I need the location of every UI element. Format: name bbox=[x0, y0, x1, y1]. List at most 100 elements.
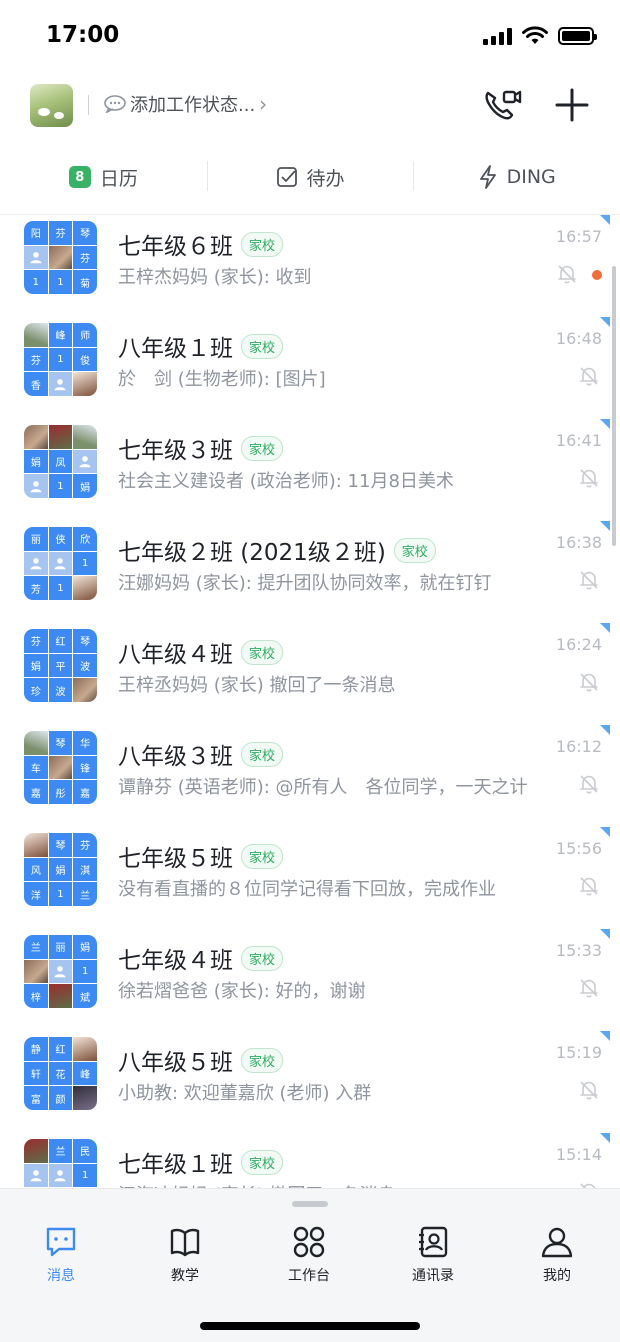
member-initial: 琴 bbox=[73, 221, 97, 245]
conversation-row[interactable]: 阳芬琴芬 1 1 菊七年级６班 家校 16:57 王梓杰妈妈 (家长): 收到 bbox=[0, 215, 620, 317]
member-photo bbox=[48, 984, 73, 1008]
member-initial: 淇 bbox=[73, 857, 97, 882]
tab-bar: 消息 教学 工作台 通讯录 我的 bbox=[0, 1188, 620, 1342]
tab-messages[interactable]: 消息 bbox=[16, 1225, 106, 1285]
group-avatar[interactable]: 静红轩花峰富颜 bbox=[24, 1037, 97, 1110]
conversation-row[interactable]: 丽侠欣 1 芳 1 七年级２班 (2021级２班) 家校 16:38 汪娜妈妈 (家长): 提… bbox=[0, 521, 620, 623]
person-placeholder-icon bbox=[24, 1163, 48, 1188]
work-status-button[interactable]: 添加工作状态... › bbox=[104, 91, 267, 117]
home-school-tag: 家校 bbox=[241, 1047, 284, 1073]
conversation-row[interactable]: 兰丽娟 1 梓 斌七年级４班 家校 15:33 徐若熠爸爸 (家长): 好的，谢谢 bbox=[0, 929, 620, 1031]
conversation-time: 15:33 bbox=[555, 941, 602, 960]
member-initial: 芬 bbox=[73, 245, 97, 270]
add-icon[interactable] bbox=[554, 87, 590, 123]
home-school-tag: 家校 bbox=[241, 231, 284, 257]
conversation-row[interactable]: 芬红琴娟平波珍波八年级４班 家校 16:24 王梓丞妈妈 (家长) 撤回了一条消息 bbox=[0, 623, 620, 725]
conversation-name: 八年级５班 bbox=[118, 1050, 233, 1076]
book-icon bbox=[170, 1228, 200, 1257]
conversation-time: 16:41 bbox=[555, 431, 602, 450]
conversation-name: 七年级６班 bbox=[118, 234, 233, 260]
conversation-row[interactable]: 静红轩花峰富颜八年级５班 家校 15:19 小助教: 欢迎董嘉欣 (老师) 入群 bbox=[0, 1031, 620, 1133]
last-message-preview: 没有看直播的８位同学记得看下回放，完成作业 bbox=[118, 879, 496, 900]
member-initial: 平 bbox=[48, 653, 73, 678]
member-initial: 1 bbox=[48, 576, 73, 600]
conversation-name: 七年级２班 (2021级２班) bbox=[118, 540, 386, 566]
pinned-corner-icon bbox=[600, 521, 610, 531]
header-divider bbox=[88, 95, 89, 115]
tab-profile[interactable]: 我的 bbox=[512, 1225, 602, 1285]
ding-button[interactable]: DING bbox=[413, 150, 620, 204]
member-photo bbox=[73, 425, 97, 449]
profile-icon bbox=[541, 1227, 573, 1258]
muted-bell-icon bbox=[578, 977, 600, 999]
member-initial: 阳 bbox=[24, 221, 48, 245]
drag-handle[interactable] bbox=[292, 1201, 328, 1207]
ding-label: DING bbox=[506, 166, 556, 188]
calendar-button[interactable]: 8 日历 bbox=[0, 150, 207, 204]
person-placeholder-icon bbox=[73, 449, 97, 474]
member-photo bbox=[24, 833, 48, 857]
member-initial: 1 bbox=[48, 882, 73, 906]
group-avatar[interactable]: 琴芬风娟淇洋1兰 bbox=[24, 833, 97, 906]
tab-contacts[interactable]: 通讯录 bbox=[388, 1225, 478, 1285]
group-avatar[interactable]: 娟凤1娟 bbox=[24, 425, 97, 498]
member-initial: 兰 bbox=[48, 1139, 73, 1163]
member-initial: 芬 bbox=[48, 221, 73, 245]
conversation-list[interactable]: 阳芬琴芬 1 1 菊七年级６班 家校 16:57 王梓杰妈妈 (家长): 收到峰师芬 1 俊香八… bbox=[0, 214, 620, 1188]
member-initial: 华 bbox=[73, 731, 97, 755]
todo-button[interactable]: 待办 bbox=[206, 150, 414, 204]
conversation-row[interactable]: 兰民11 七年级１班家校 15:14 汉海冰妈妈 (家长) 撤回了一条消息 bbox=[0, 1133, 620, 1188]
conversation-title: 八年级４班 家校 bbox=[118, 635, 284, 669]
member-initial: 峰 bbox=[73, 1061, 97, 1086]
member-initial: 1 bbox=[48, 474, 73, 498]
muted-bell-icon bbox=[578, 773, 600, 795]
conversation-time: 16:12 bbox=[555, 737, 602, 756]
conversation-title: 七年级６班 家校 bbox=[118, 227, 284, 261]
conversation-time: 16:38 bbox=[555, 533, 602, 552]
group-avatar[interactable]: 峰师芬1俊香 bbox=[24, 323, 97, 396]
member-initial: 波 bbox=[73, 653, 97, 678]
last-message-preview: 徐若熠爸爸 (家长): 好的，谢谢 bbox=[118, 981, 366, 1002]
tab-teaching[interactable]: 教学 bbox=[140, 1225, 230, 1285]
conversation-row[interactable]: 琴华车锋嘉彤嘉八年级３班 家校 16:12 谭静芬 (英语老师): @所有人 各位同学… bbox=[0, 725, 620, 827]
tab-label: 教学 bbox=[171, 1268, 199, 1284]
conversation-name: 七年级５班 bbox=[118, 846, 233, 872]
battery-icon bbox=[558, 27, 597, 45]
conversation-title: 七年级５班 家校 bbox=[118, 839, 284, 873]
group-avatar[interactable]: 芬红琴娟平波珍波 bbox=[24, 629, 97, 702]
muted-bell-icon bbox=[556, 263, 578, 285]
member-photo bbox=[73, 1086, 97, 1110]
wifi-icon bbox=[522, 26, 548, 44]
member-initial: 娟 bbox=[73, 935, 97, 959]
person-placeholder-icon bbox=[48, 959, 73, 984]
tab-label: 工作台 bbox=[288, 1268, 330, 1284]
group-avatar[interactable]: 阳芬琴芬11菊 bbox=[24, 221, 97, 294]
person-placeholder-icon bbox=[48, 372, 73, 396]
conversation-time: 16:57 bbox=[555, 227, 602, 246]
member-initial: 洋 bbox=[24, 882, 48, 906]
conversation-row[interactable]: 娟凤 1 娟七年级３班 家校 16:41 社会主义建设者 (政治老师): 11月8日美术 bbox=[0, 419, 620, 521]
group-avatar[interactable]: 丽侠欣1芳1 bbox=[24, 527, 97, 600]
home-school-tag: 家校 bbox=[241, 435, 284, 461]
group-avatar[interactable]: 兰丽娟1 梓 斌 bbox=[24, 935, 97, 1008]
calendar-label: 日历 bbox=[99, 167, 138, 190]
conversation-row[interactable]: 峰师芬 1 俊香八年级１班 家校 16:48 於 剑 (生物老师): [图片] bbox=[0, 317, 620, 419]
home-indicator[interactable] bbox=[200, 1322, 420, 1330]
group-avatar[interactable]: 兰民11 bbox=[24, 1139, 97, 1188]
group-avatar[interactable]: 琴华车锋嘉彤嘉 bbox=[24, 731, 97, 804]
member-initial: 红 bbox=[48, 1037, 73, 1061]
conversation-title: 七年级２班 (2021级２班) 家校 bbox=[118, 533, 436, 567]
video-call-icon[interactable] bbox=[482, 87, 522, 123]
last-message-preview: 王梓丞妈妈 (家长) 撤回了一条消息 bbox=[118, 675, 396, 696]
muted-bell-icon bbox=[578, 1181, 600, 1188]
last-message-preview: 汉海冰妈妈 (家长) 撤回了一条消息 bbox=[118, 1181, 558, 1188]
conversation-title: 七年级３班 家校 bbox=[118, 431, 284, 465]
todo-label: 待办 bbox=[306, 167, 345, 190]
pinned-corner-icon bbox=[600, 215, 610, 225]
tab-workbench[interactable]: 工作台 bbox=[264, 1225, 354, 1285]
org-avatar[interactable] bbox=[30, 84, 73, 127]
last-message-preview: 王梓杰妈妈 (家长): 收到 bbox=[118, 267, 312, 288]
conversation-row[interactable]: 琴芬风娟淇洋 1 兰七年级５班 家校 15:56 没有看直播的８位同学记得看下回放，完成作… bbox=[0, 827, 620, 929]
scrollbar[interactable] bbox=[612, 266, 616, 546]
conversation-time: 16:48 bbox=[555, 329, 602, 348]
